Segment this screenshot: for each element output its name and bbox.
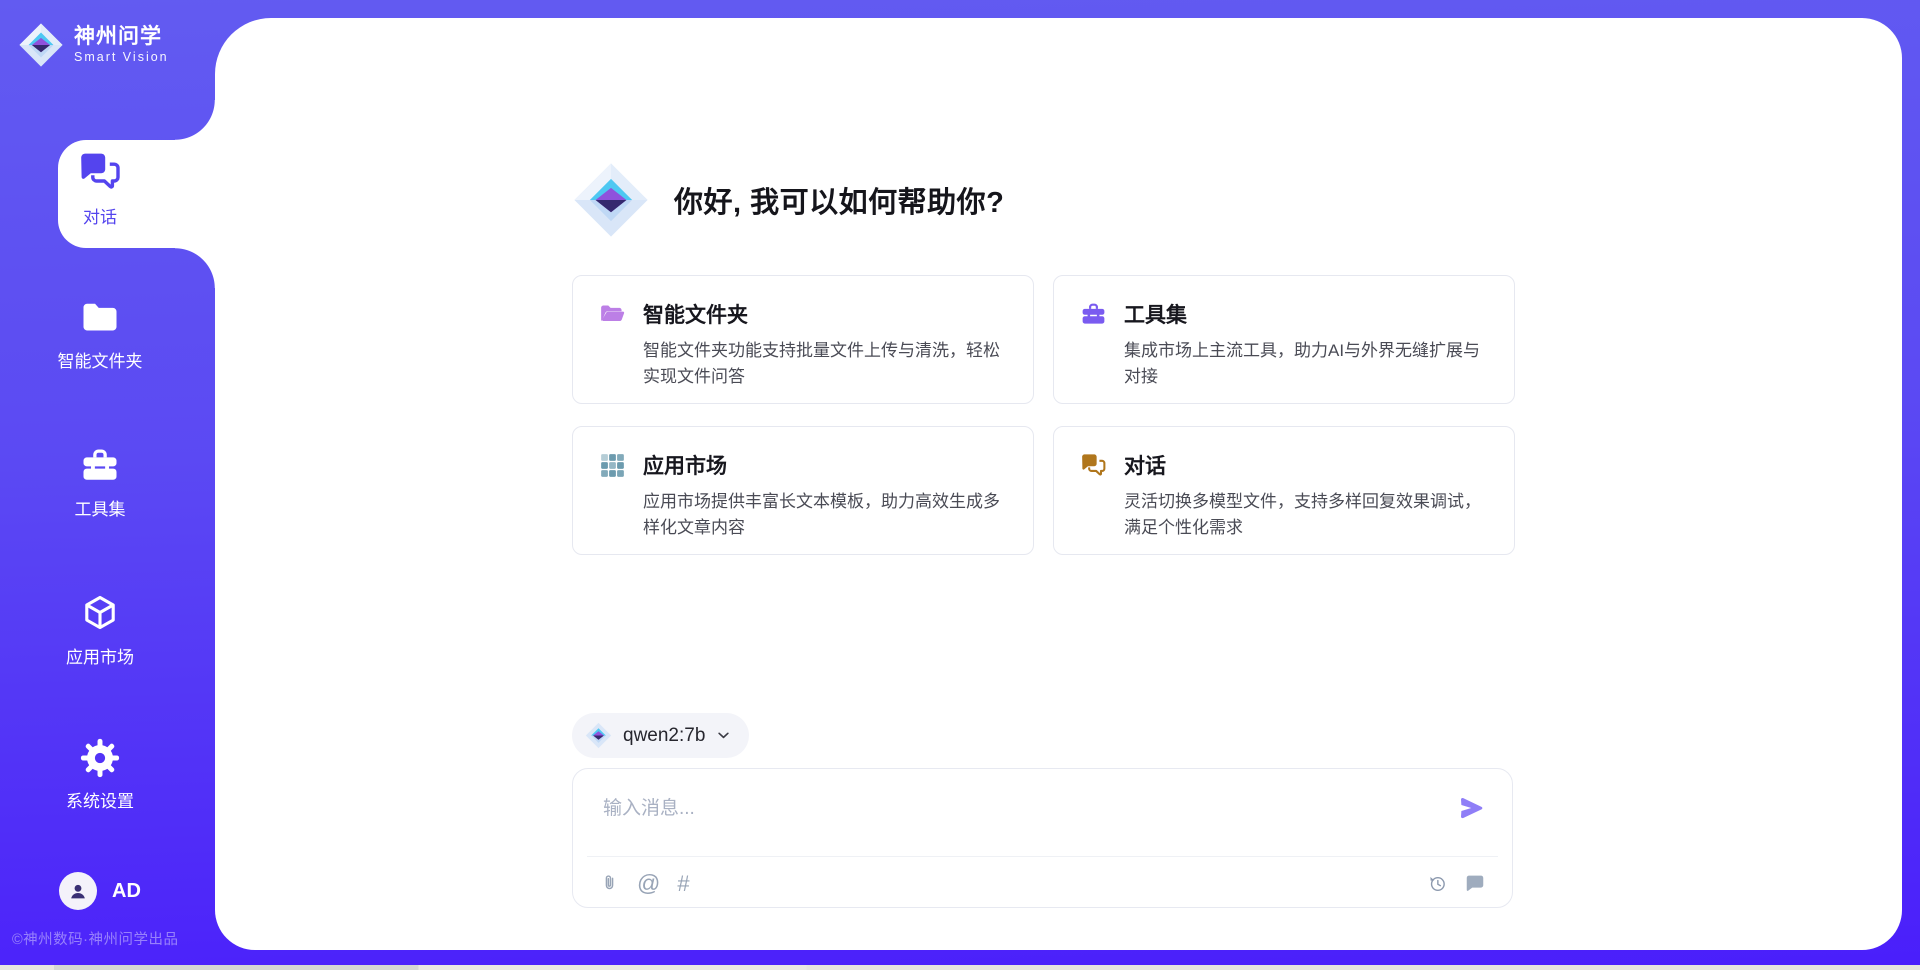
card-smart-folder[interactable]: 智能文件夹 智能文件夹功能支持批量文件上传与清洗，轻松实现文件问答 [572,275,1034,404]
greeting: 你好, 我可以如何帮助你? [572,161,1004,239]
sidebar-item-toolbox[interactable]: 工具集 [0,444,200,520]
hashtag-button[interactable]: # [677,873,689,894]
card-description: 灵活切换多模型文件，支持多样回复效果调试，满足个性化需求 [1124,489,1490,541]
model-selector[interactable]: qwen2:7b [572,713,749,758]
sidebar-item-settings[interactable]: 系统设置 [0,736,200,812]
history-icon [1427,873,1448,894]
greeting-title: 你好, 我可以如何帮助你? [674,179,1004,221]
grid-icon [598,451,627,480]
message-input[interactable] [601,791,1405,849]
gear-icon [78,736,122,780]
mention-button[interactable]: @ [637,873,660,894]
brand-title: 神州问学 [74,25,169,48]
chevron-down-icon [716,728,731,743]
folder-icon [78,296,122,340]
greeting-diamond-icon [572,161,650,239]
model-label: qwen2:7b [623,725,705,747]
main-panel: 你好, 我可以如何帮助你? 智能文件夹 智能文件夹功能支持批量文件上传与清洗，轻… [215,18,1902,950]
card-chat[interactable]: 对话 灵活切换多模型文件，支持多样回复效果调试，满足个性化需求 [1053,426,1515,555]
sidebar: 神州问学 Smart Vision 对话 智能文件夹 [0,0,215,970]
bottom-edge-strip [0,965,1920,970]
sidebar-item-label: 对话 [0,203,200,228]
folder-open-icon [598,300,627,329]
sidebar-item-smart-folder[interactable]: 智能文件夹 [0,296,200,372]
at-icon: @ [637,873,660,894]
card-description: 智能文件夹功能支持批量文件上传与清洗，轻松实现文件问答 [643,338,1009,390]
chat-bubble-icon [1464,872,1486,894]
sidebar-item-app-market[interactable]: 应用市场 [0,592,200,668]
card-title: 工具集 [1124,299,1187,329]
toolbox-icon [78,444,122,488]
composer-divider [587,856,1498,857]
chat-icon [1079,451,1108,480]
toolbox-icon [1079,300,1108,329]
user-name: AD [112,880,141,903]
hash-icon: # [677,873,689,894]
avatar [59,872,97,910]
sidebar-item-label: 系统设置 [0,787,200,812]
attach-file-button[interactable] [599,873,620,894]
card-title: 对话 [1124,450,1166,480]
card-toolbox[interactable]: 工具集 集成市场上主流工具，助力AI与外界无缝扩展与对接 [1053,275,1515,404]
card-title: 应用市场 [643,450,727,480]
model-diamond-icon [585,722,612,749]
card-description: 集成市场上主流工具，助力AI与外界无缝扩展与对接 [1124,338,1490,390]
copyright-footer: ©神州数码·神州问学出品 [12,928,179,949]
user-account[interactable]: AD [0,872,200,910]
paperclip-icon [599,873,620,894]
send-icon [1456,793,1486,823]
feature-cards: 智能文件夹 智能文件夹功能支持批量文件上传与清洗，轻松实现文件问答 工具集 集成… [572,275,1515,555]
card-description: 应用市场提供丰富长文本模板，助力高效生成多样化文章内容 [643,489,1009,541]
history-button[interactable] [1427,873,1448,894]
sidebar-item-label: 应用市场 [0,643,200,668]
sidebar-item-label: 智能文件夹 [0,347,200,372]
card-title: 智能文件夹 [643,299,748,329]
feedback-button[interactable] [1464,872,1486,894]
sidebar-item-label: 工具集 [0,495,200,520]
send-button[interactable] [1456,793,1486,823]
brand-diamond-icon [18,22,64,68]
card-app-market[interactable]: 应用市场 应用市场提供丰富长文本模板，助力高效生成多样化文章内容 [572,426,1034,555]
chat-icon [76,148,124,196]
message-composer: @ # [572,768,1513,908]
brand-subtitle: Smart Vision [74,51,169,65]
brand-logo: 神州问学 Smart Vision [18,22,169,68]
cube-icon [78,592,122,636]
sidebar-item-chat[interactable]: 对话 [0,148,200,228]
